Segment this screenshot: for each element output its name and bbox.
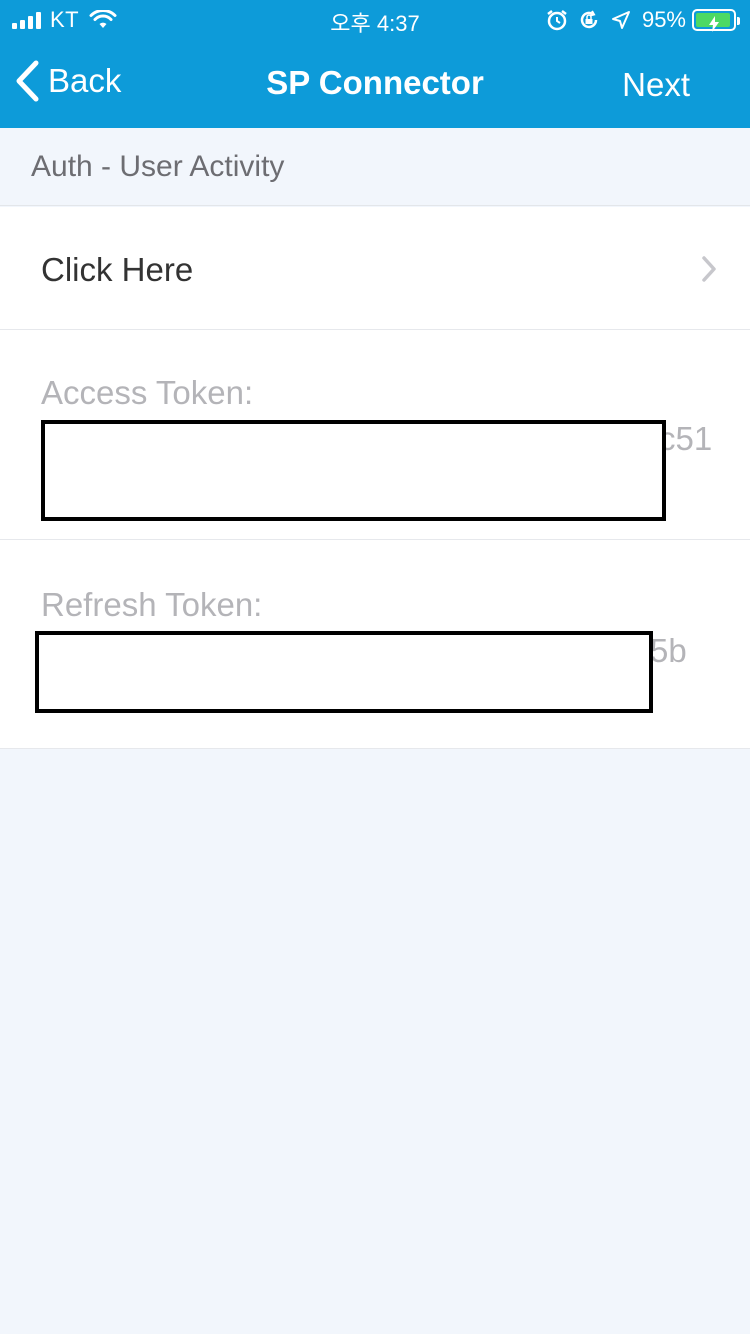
top-bar: KT 오후 4:37 95% Back SP Connector Next <box>0 0 750 128</box>
rotation-lock-icon <box>578 9 600 31</box>
access-token-value: c51 <box>659 420 713 457</box>
alarm-icon <box>546 9 568 31</box>
access-token-label: Access Token: <box>41 374 254 411</box>
status-right: 95% <box>536 6 740 34</box>
click-here-row[interactable]: Click Here <box>0 207 750 330</box>
location-arrow-icon <box>610 9 632 31</box>
refresh-token-label: Refresh Token: <box>41 586 263 623</box>
next-button[interactable]: Next <box>622 66 690 104</box>
refresh-token-value: 5b <box>650 632 687 669</box>
refresh-token-row: Refresh Token: 5b <box>0 540 750 749</box>
access-token-row: Access Token: c51 <box>0 330 750 540</box>
battery-percent: 95% <box>641 7 686 32</box>
status-bar: KT 오후 4:37 95% <box>0 0 750 40</box>
redaction-box <box>35 631 653 713</box>
battery-charging-icon <box>692 9 740 32</box>
chevron-right-icon <box>700 255 718 288</box>
redaction-box <box>41 420 666 521</box>
navigation-bar: Back SP Connector Next <box>0 40 750 128</box>
click-here-label: Click Here <box>41 251 194 288</box>
section-header: Auth - User Activity <box>0 128 750 206</box>
